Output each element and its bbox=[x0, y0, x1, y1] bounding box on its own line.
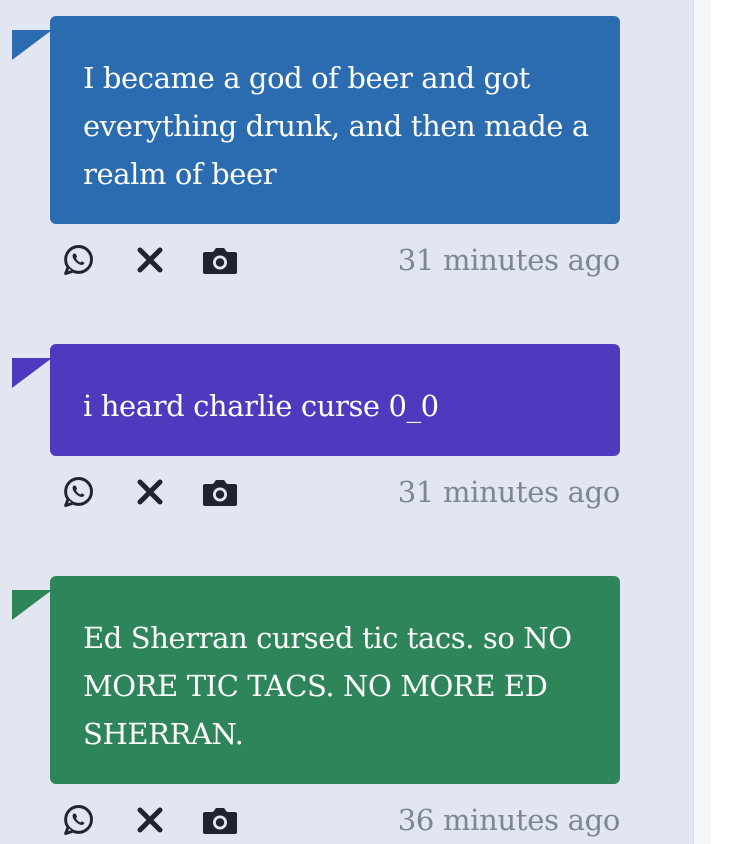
bubble-tail bbox=[12, 590, 52, 620]
camera-icon[interactable] bbox=[200, 472, 240, 512]
post-timestamp: 31 minutes ago bbox=[397, 243, 621, 277]
camera-icon[interactable] bbox=[200, 800, 240, 840]
post-bubble: I became a god of beer and got everythin… bbox=[50, 16, 620, 224]
post-timestamp: 31 minutes ago bbox=[397, 475, 621, 509]
bubble-tail bbox=[12, 30, 52, 60]
whatsapp-icon[interactable] bbox=[58, 800, 98, 840]
post-bubble: i heard charlie curse 0_0 bbox=[50, 344, 620, 456]
whatsapp-icon[interactable] bbox=[58, 240, 98, 280]
confession-feed: I became a god of beer and got everythin… bbox=[0, 0, 693, 844]
post-actions: 36 minutes ago bbox=[58, 800, 620, 840]
camera-icon[interactable] bbox=[200, 240, 240, 280]
x-icon[interactable] bbox=[130, 240, 170, 280]
post-text: i heard charlie curse 0_0 bbox=[83, 389, 439, 423]
post-bubble: Ed Sherran cursed tic tacs. so NO MORE T… bbox=[50, 576, 620, 784]
post-text: I became a god of beer and got everythin… bbox=[83, 61, 589, 191]
whatsapp-icon[interactable] bbox=[58, 472, 98, 512]
post-actions: 31 minutes ago bbox=[58, 240, 620, 280]
scrollbar-track[interactable] bbox=[693, 0, 711, 844]
x-icon[interactable] bbox=[130, 800, 170, 840]
x-icon[interactable] bbox=[130, 472, 170, 512]
post-timestamp: 36 minutes ago bbox=[397, 803, 621, 837]
post-text: Ed Sherran cursed tic tacs. so NO MORE T… bbox=[83, 621, 572, 751]
bubble-tail bbox=[12, 358, 52, 388]
post-actions: 31 minutes ago bbox=[58, 472, 620, 512]
